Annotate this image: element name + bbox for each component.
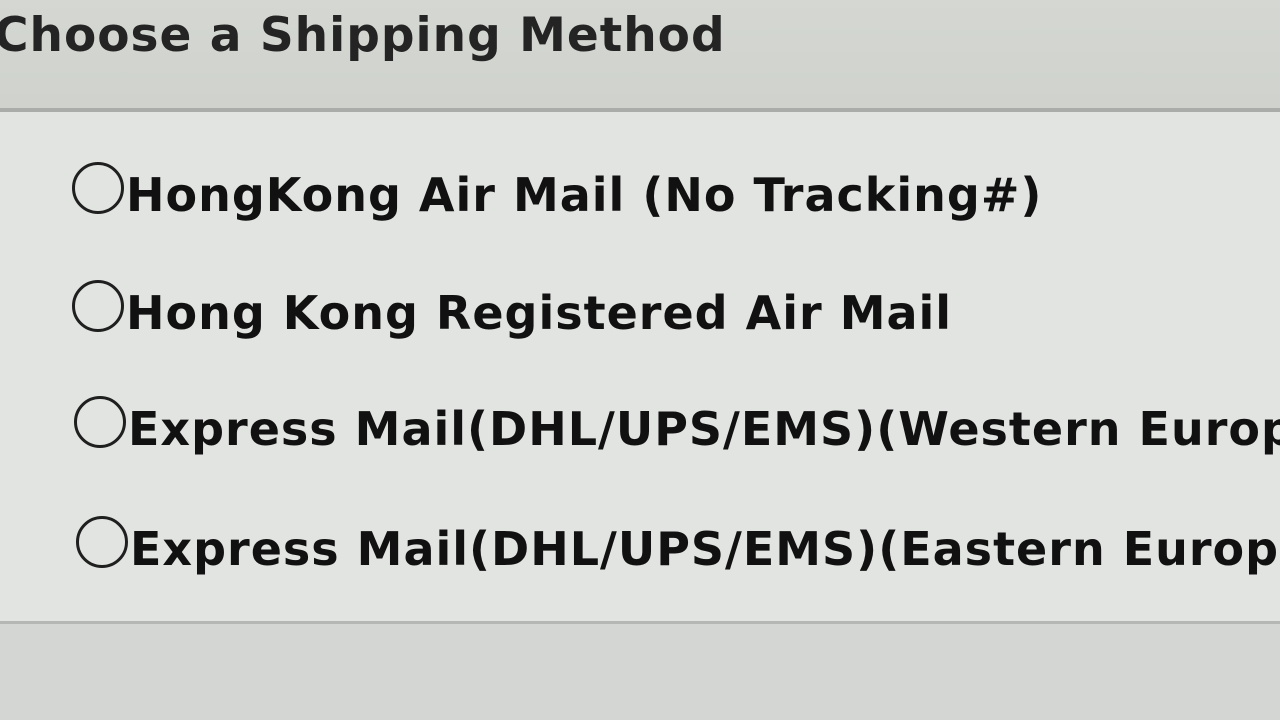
shipping-method-screen: Choose a Shipping Method HongKong Air Ma…	[0, 0, 1280, 720]
shipping-option-hongkong-air-mail[interactable]: HongKong Air Mail (No Tracking#)	[72, 160, 1042, 230]
shipping-options-panel: HongKong Air Mail (No Tracking#) Hong Ko…	[0, 108, 1280, 624]
section-title: Choose a Shipping Method	[0, 8, 726, 63]
shipping-option-express-eastern-europe[interactable]: Express Mail(DHL/UPS/EMS)(Eastern Europ	[76, 514, 1279, 584]
radio-unchecked-icon[interactable]	[76, 516, 128, 568]
shipping-option-label[interactable]: Express Mail(DHL/UPS/EMS)(Western Europ	[128, 399, 1280, 459]
shipping-option-express-western-europe[interactable]: Express Mail(DHL/UPS/EMS)(Western Europ	[74, 394, 1280, 464]
shipping-option-hong-kong-registered-air-mail[interactable]: Hong Kong Registered Air Mail	[72, 278, 952, 348]
shipping-option-label[interactable]: Express Mail(DHL/UPS/EMS)(Eastern Europ	[130, 519, 1279, 579]
radio-unchecked-icon[interactable]	[72, 162, 124, 214]
section-header: Choose a Shipping Method	[0, 0, 1280, 108]
radio-unchecked-icon[interactable]	[74, 396, 126, 448]
shipping-option-label[interactable]: HongKong Air Mail (No Tracking#)	[126, 165, 1042, 225]
lower-background	[0, 624, 1280, 720]
shipping-option-label[interactable]: Hong Kong Registered Air Mail	[126, 283, 952, 343]
radio-unchecked-icon[interactable]	[72, 280, 124, 332]
